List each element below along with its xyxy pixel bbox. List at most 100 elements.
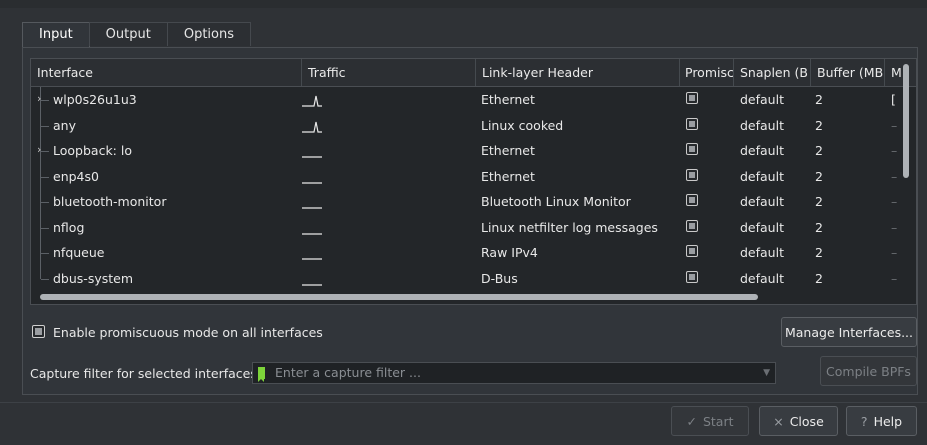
monitor-mode-value: – bbox=[891, 194, 898, 209]
link-layer-header: Ethernet bbox=[481, 92, 535, 107]
snaplen-value: default bbox=[740, 270, 784, 286]
link-layer-header: Ethernet bbox=[481, 168, 535, 184]
tree-guide-branch bbox=[41, 100, 49, 101]
snaplen-value: default bbox=[740, 194, 784, 209]
expand-chevron-icon[interactable]: › bbox=[37, 144, 41, 156]
buffer-value: 2 bbox=[815, 117, 823, 133]
traffic-sparkline-active bbox=[302, 95, 322, 107]
monitor-mode-value: [ bbox=[891, 92, 896, 107]
table-row[interactable]: › wlp0s26u1u3 Ethernet default 2 [ bbox=[31, 87, 899, 113]
interface-name: nflog bbox=[53, 219, 85, 235]
tree-guide-branch bbox=[41, 176, 49, 178]
traffic-sparkline-idle bbox=[302, 207, 322, 209]
promisc-all-checkbox[interactable] bbox=[32, 325, 45, 338]
traffic-sparkline-idle bbox=[302, 258, 322, 260]
traffic-sparkline-idle bbox=[302, 181, 322, 184]
tree-guide-branch bbox=[41, 202, 49, 203]
tab-input[interactable]: Input bbox=[22, 22, 90, 48]
capture-filter-label: Capture filter for selected interfaces: bbox=[30, 366, 262, 381]
buffer-value: 2 bbox=[815, 219, 823, 235]
column-header-link-layer[interactable]: Link-layer Header bbox=[476, 59, 680, 86]
link-layer-header: Ethernet bbox=[481, 143, 535, 158]
manage-interfaces-button[interactable]: Manage Interfaces... bbox=[781, 317, 917, 347]
tree-guide-branch bbox=[41, 227, 49, 229]
help-button[interactable]: ? Help bbox=[846, 406, 917, 436]
table-header: Interface Traffic Link-layer Header Prom… bbox=[31, 59, 916, 87]
close-label: Close bbox=[789, 414, 824, 429]
monitor-mode-value: – bbox=[891, 245, 898, 260]
column-header-buffer[interactable]: Buffer (MB bbox=[811, 59, 885, 86]
promisc-checkbox[interactable] bbox=[686, 92, 698, 104]
tree-guide-branch bbox=[41, 151, 49, 152]
column-header-traffic[interactable]: Traffic bbox=[302, 59, 476, 86]
table-row[interactable]: any Linux cooked default 2 – bbox=[31, 112, 899, 138]
promisc-checkbox[interactable] bbox=[686, 270, 698, 283]
table-row[interactable]: nflog Linux netfilter log messages default… bbox=[31, 214, 899, 240]
table-row[interactable]: enp4s0 Ethernet default 2 – bbox=[31, 163, 899, 189]
interface-name: bluetooth-monitor bbox=[53, 194, 167, 209]
table-row[interactable]: dbus-system D-Bus default 2 – bbox=[31, 265, 899, 292]
promisc-checkbox[interactable] bbox=[686, 194, 698, 206]
buffer-value: 2 bbox=[815, 270, 823, 286]
check-icon: ✓ bbox=[686, 414, 697, 429]
snaplen-value: default bbox=[740, 117, 784, 133]
tree-guide-line bbox=[40, 265, 41, 279]
tree-guide-branch bbox=[41, 125, 49, 127]
monitor-mode-value: – bbox=[891, 219, 898, 235]
link-layer-header: Linux cooked bbox=[481, 117, 564, 133]
buffer-value: 2 bbox=[815, 143, 823, 158]
horizontal-scrollbar[interactable] bbox=[40, 294, 758, 300]
column-header-monitor[interactable]: M bbox=[885, 59, 905, 86]
expand-chevron-icon[interactable]: › bbox=[37, 93, 41, 105]
column-header-promisc[interactable]: Promisc bbox=[680, 59, 734, 86]
start-button[interactable]: ✓ Start bbox=[671, 406, 749, 436]
bookmark-icon[interactable] bbox=[258, 367, 265, 382]
promisc-checkbox[interactable] bbox=[686, 143, 698, 155]
link-layer-header: Bluetooth Linux Monitor bbox=[481, 194, 631, 209]
tab-output[interactable]: Output bbox=[88, 22, 168, 46]
interface-table[interactable]: Interface Traffic Link-layer Header Prom… bbox=[30, 58, 917, 305]
promisc-checkbox[interactable] bbox=[686, 117, 698, 130]
interface-name: wlp0s26u1u3 bbox=[53, 92, 137, 107]
snaplen-value: default bbox=[740, 92, 784, 107]
tree-guide-branch bbox=[41, 253, 49, 254]
table-row[interactable]: nfqueue Raw IPv4 default 2 – bbox=[31, 240, 899, 266]
promisc-checkbox[interactable] bbox=[686, 168, 698, 181]
snaplen-value: default bbox=[740, 143, 784, 158]
interface-name: nfqueue bbox=[53, 245, 105, 260]
table-row[interactable]: bluetooth-monitor Bluetooth Linux Monitor… bbox=[31, 189, 899, 215]
chevron-down-icon[interactable]: ▼ bbox=[763, 363, 770, 383]
link-layer-header: Raw IPv4 bbox=[481, 245, 538, 260]
buffer-value: 2 bbox=[815, 245, 823, 260]
help-label: Help bbox=[873, 414, 903, 429]
link-layer-header: D-Bus bbox=[481, 270, 518, 286]
monitor-mode-value: – bbox=[891, 168, 898, 184]
traffic-sparkline-active bbox=[302, 121, 322, 133]
traffic-sparkline-idle bbox=[302, 283, 322, 286]
monitor-mode-value: – bbox=[891, 143, 898, 158]
tab-options[interactable]: Options bbox=[166, 22, 252, 46]
close-button[interactable]: × Close bbox=[759, 406, 838, 436]
monitor-mode-value: – bbox=[891, 117, 898, 133]
promisc-checkbox[interactable] bbox=[686, 245, 698, 257]
column-header-interface[interactable]: Interface bbox=[31, 59, 302, 86]
column-header-snaplen[interactable]: Snaplen (B bbox=[734, 59, 811, 86]
traffic-sparkline-idle bbox=[302, 156, 322, 158]
buffer-value: 2 bbox=[815, 92, 823, 107]
promisc-all-label: Enable promiscuous mode on all interface… bbox=[53, 325, 323, 340]
capture-filter-placeholder: Enter a capture filter ... bbox=[275, 365, 421, 380]
table-row[interactable]: › Loopback: lo Ethernet default 2 – bbox=[31, 138, 899, 164]
buffer-value: 2 bbox=[815, 194, 823, 209]
compile-bpfs-button[interactable]: Compile BPFs bbox=[820, 356, 917, 386]
capture-filter-input[interactable]: Enter a capture filter ... ▼ bbox=[252, 362, 776, 384]
window-top-strip bbox=[0, 0, 927, 8]
help-icon: ? bbox=[860, 414, 868, 429]
monitor-mode-value: – bbox=[891, 270, 898, 286]
vertical-scrollbar[interactable] bbox=[903, 64, 909, 178]
link-layer-header: Linux netfilter log messages bbox=[481, 219, 658, 235]
interface-name: dbus-system bbox=[53, 270, 134, 286]
buffer-value: 2 bbox=[815, 168, 823, 184]
traffic-sparkline-idle bbox=[302, 232, 322, 235]
promisc-checkbox[interactable] bbox=[686, 219, 698, 232]
interface-name: any bbox=[53, 117, 76, 133]
